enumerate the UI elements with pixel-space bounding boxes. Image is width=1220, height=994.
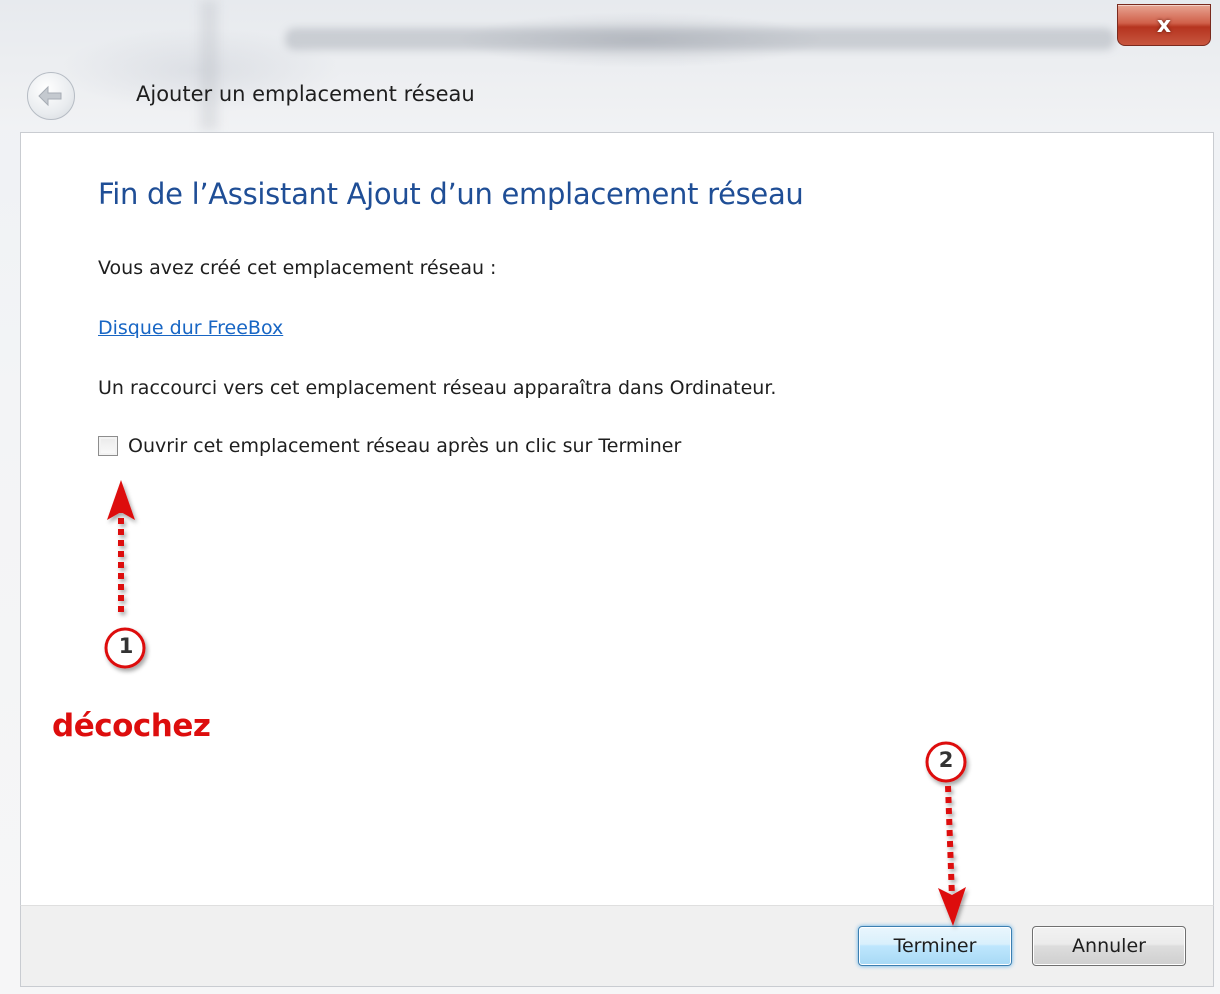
close-icon: x bbox=[1156, 12, 1172, 38]
annotation-uncheck-text: décochez bbox=[52, 708, 211, 744]
wizard-title: Ajouter un emplacement réseau bbox=[136, 82, 475, 106]
open-location-option[interactable]: Ouvrir cet emplacement réseau après un c… bbox=[98, 435, 681, 457]
open-location-checkbox-label[interactable]: Ouvrir cet emplacement réseau après un c… bbox=[128, 435, 681, 457]
finish-button[interactable]: Terminer bbox=[858, 926, 1012, 966]
cancel-button[interactable]: Annuler bbox=[1032, 926, 1186, 966]
annotation-number-1: 1 bbox=[118, 634, 134, 658]
back-arrow-icon bbox=[38, 85, 62, 107]
back-button[interactable] bbox=[27, 72, 75, 120]
blurred-background-bar bbox=[200, 0, 218, 130]
open-location-checkbox[interactable] bbox=[98, 436, 118, 456]
created-text: Vous avez créé cet emplacement réseau : bbox=[98, 257, 497, 279]
wizard-footer: Terminer Annuler bbox=[20, 905, 1214, 987]
network-location-link[interactable]: Disque dur FreeBox bbox=[98, 317, 283, 339]
annotation-number-2: 2 bbox=[938, 748, 954, 772]
close-button[interactable]: x bbox=[1117, 4, 1211, 46]
shortcut-info-text: Un raccourci vers cet emplacement réseau… bbox=[98, 377, 777, 399]
wizard-content: Fin de l’Assistant Ajout d’un emplacemen… bbox=[20, 132, 1214, 905]
page-heading: Fin de l’Assistant Ajout d’un emplacemen… bbox=[98, 177, 804, 211]
blurred-background-title bbox=[285, 28, 1115, 50]
